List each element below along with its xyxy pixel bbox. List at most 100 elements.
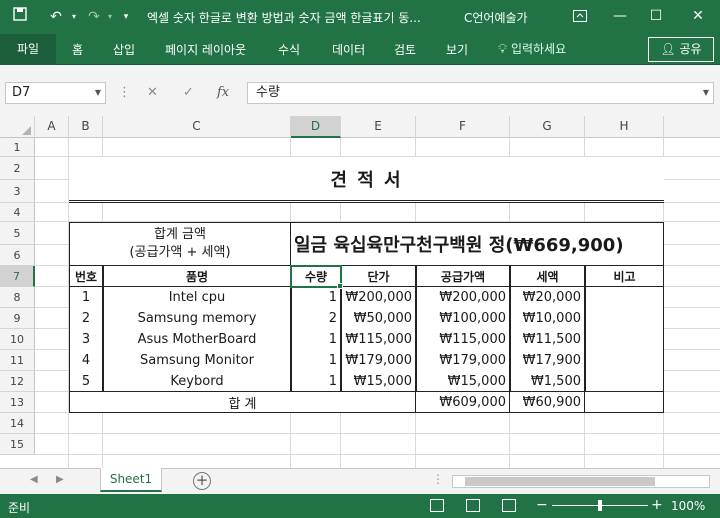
total-label-cell[interactable]: 합 계 <box>69 392 416 413</box>
tab-view[interactable]: 보기 <box>446 41 468 58</box>
insert-function-icon[interactable]: fx <box>217 85 229 100</box>
row-header-7[interactable]: 7 <box>0 266 35 287</box>
select-all-corner[interactable] <box>0 116 35 138</box>
tab-home[interactable]: 홈 <box>72 41 83 58</box>
item-unit-price[interactable]: ₩50,000 <box>341 308 416 329</box>
undo-icon[interactable]: ↶ <box>46 7 66 27</box>
column-header-b[interactable]: B <box>69 116 103 138</box>
header-supply-amount[interactable]: 공급가액 <box>416 266 510 287</box>
header-quantity[interactable]: 수량 <box>291 266 341 287</box>
row-header-8[interactable]: 8 <box>0 287 35 308</box>
row-header-1[interactable]: 1 <box>0 138 35 157</box>
more-options-icon[interactable]: ⋮ <box>118 85 131 100</box>
item-number[interactable]: 1 <box>69 287 103 308</box>
maximize-icon[interactable]: ☐ <box>636 0 676 34</box>
zoom-in-icon[interactable]: + <box>651 497 663 513</box>
item-quantity[interactable]: 1 <box>291 350 341 371</box>
item-remarks[interactable] <box>585 308 664 329</box>
ribbon-display-options-icon[interactable] <box>560 0 600 34</box>
item-unit-price[interactable]: ₩115,000 <box>341 329 416 350</box>
amount-label-cell[interactable]: 합계 금액 (공급가액 + 세액) <box>69 222 291 266</box>
share-button[interactable]: 👤︎ 공유 <box>648 37 714 62</box>
item-tax[interactable]: ₩1,500 <box>510 371 585 392</box>
row-header-15[interactable]: 15 <box>0 434 35 455</box>
tab-review[interactable]: 검토 <box>394 41 416 58</box>
total-tax-cell[interactable]: ₩60,900 <box>510 392 585 413</box>
confirm-entry-icon[interactable]: ✓ <box>183 85 194 100</box>
item-supply-amount[interactable]: ₩179,000 <box>416 350 510 371</box>
amount-text-cell[interactable]: 일금 육십육만구천구백원 정(₩669,900) <box>291 222 664 266</box>
column-header-d[interactable]: D <box>291 116 341 138</box>
worksheet-grid[interactable]: ABCDEFGH 1 2 3 4 5 6 7 8 9 10 11 12 13 14 15 견 적 서 합계 금… <box>0 116 720 468</box>
item-number[interactable]: 3 <box>69 329 103 350</box>
item-item-name[interactable]: Intel cpu <box>103 287 291 308</box>
item-supply-amount[interactable]: ₩15,000 <box>416 371 510 392</box>
item-unit-price[interactable]: ₩200,000 <box>341 287 416 308</box>
header-tax[interactable]: 세액 <box>510 266 585 287</box>
row-header-4[interactable]: 4 <box>0 203 35 222</box>
zoom-out-icon[interactable]: − <box>536 497 548 513</box>
item-item-name[interactable]: Samsung Monitor <box>103 350 291 371</box>
row-header-11[interactable]: 11 <box>0 350 35 371</box>
item-quantity[interactable]: 1 <box>291 371 341 392</box>
formula-input[interactable]: 수량 ▼ <box>247 82 714 104</box>
item-number[interactable]: 4 <box>69 350 103 371</box>
zoom-level[interactable]: 100% <box>671 499 705 513</box>
save-icon[interactable] <box>10 7 30 27</box>
item-number[interactable]: 5 <box>69 371 103 392</box>
undo-dropdown-icon[interactable]: ▾ <box>64 7 84 27</box>
item-supply-amount[interactable]: ₩200,000 <box>416 287 510 308</box>
row-header-10[interactable]: 10 <box>0 329 35 350</box>
user-name[interactable]: C언어예술가 <box>464 9 528 26</box>
total-supply-cell[interactable]: ₩609,000 <box>416 392 510 413</box>
name-box[interactable]: D7 ▼ <box>5 82 106 104</box>
page-break-preview-icon[interactable] <box>502 499 516 512</box>
minimize-icon[interactable]: — <box>600 0 640 34</box>
row-header-2[interactable]: 2 <box>0 157 35 180</box>
item-supply-amount[interactable]: ₩100,000 <box>416 308 510 329</box>
column-header-h[interactable]: H <box>585 116 664 138</box>
column-header-f[interactable]: F <box>416 116 510 138</box>
customize-toolbar-icon[interactable]: ▾ <box>116 7 136 27</box>
expand-formula-icon[interactable]: ▼ <box>703 83 709 103</box>
total-remarks-cell[interactable] <box>585 392 664 413</box>
column-header-e[interactable]: E <box>341 116 416 138</box>
item-item-name[interactable]: Keybord <box>103 371 291 392</box>
column-header-c[interactable]: C <box>103 116 291 138</box>
item-unit-price[interactable]: ₩179,000 <box>341 350 416 371</box>
next-sheet-icon[interactable]: ▶ <box>56 474 64 485</box>
item-remarks[interactable] <box>585 329 664 350</box>
column-header-a[interactable]: A <box>35 116 69 138</box>
horizontal-scrollbar[interactable] <box>452 475 710 488</box>
item-unit-price[interactable]: ₩15,000 <box>341 371 416 392</box>
item-tax[interactable]: ₩20,000 <box>510 287 585 308</box>
item-quantity[interactable]: 1 <box>291 287 341 308</box>
row-header-14[interactable]: 14 <box>0 413 35 434</box>
row-header-12[interactable]: 12 <box>0 371 35 392</box>
tab-file[interactable]: 파일 <box>0 34 56 65</box>
page-layout-view-icon[interactable] <box>466 499 480 512</box>
row-header-3[interactable]: 3 <box>0 180 35 203</box>
tab-page-layout[interactable]: 페이지 레이아웃 <box>165 41 246 58</box>
tab-formulas[interactable]: 수식 <box>278 41 300 58</box>
tell-me-box[interactable]: 💡︎ 입력하세요 <box>498 40 566 57</box>
item-remarks[interactable] <box>585 350 664 371</box>
tab-insert[interactable]: 삽입 <box>113 41 135 58</box>
row-header-13[interactable]: 13 <box>0 392 35 413</box>
header-remarks[interactable]: 비고 <box>585 266 664 287</box>
normal-view-icon[interactable] <box>430 499 444 512</box>
item-quantity[interactable]: 1 <box>291 329 341 350</box>
header-item-name[interactable]: 품명 <box>103 266 291 287</box>
item-quantity[interactable]: 2 <box>291 308 341 329</box>
item-tax[interactable]: ₩11,500 <box>510 329 585 350</box>
item-supply-amount[interactable]: ₩115,000 <box>416 329 510 350</box>
scrollbar-thumb[interactable] <box>465 477 655 486</box>
row-header-6[interactable]: 6 <box>0 245 35 266</box>
item-item-name[interactable]: Samsung memory <box>103 308 291 329</box>
tab-data[interactable]: 데이터 <box>332 41 365 58</box>
close-icon[interactable]: ✕ <box>678 0 718 34</box>
sheet-tab-sheet1[interactable]: Sheet1 <box>100 468 162 492</box>
header-unit-price[interactable]: 단가 <box>341 266 416 287</box>
column-header-g[interactable]: G <box>510 116 585 138</box>
item-item-name[interactable]: Asus MotherBoard <box>103 329 291 350</box>
